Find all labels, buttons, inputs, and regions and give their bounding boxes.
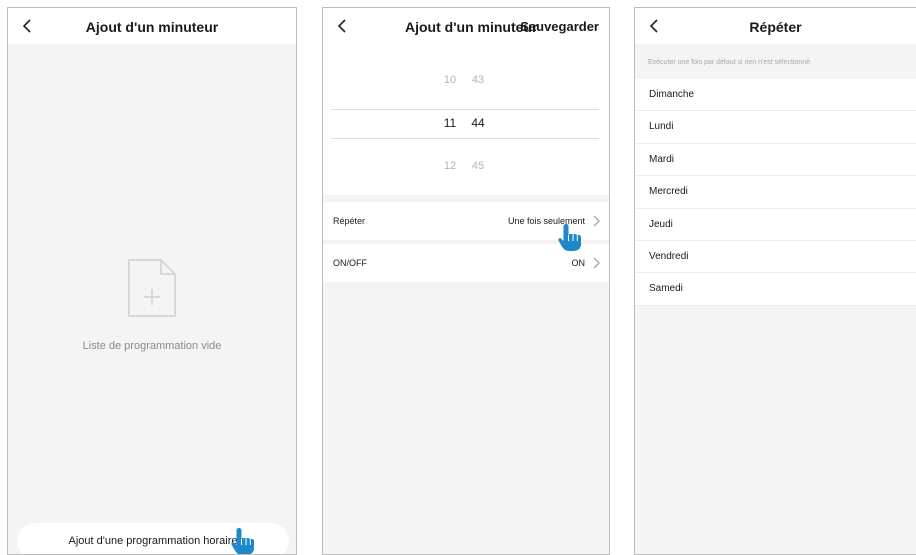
- picker-minute: 45: [471, 160, 485, 172]
- day-item-thursday[interactable]: Jeudi: [635, 209, 916, 241]
- time-picker[interactable]: 10 43 11 44 12 45: [323, 44, 609, 195]
- repeat-hint: Exécuter une fois par défaut si rien n'e…: [648, 59, 811, 66]
- empty-state-text: Liste de programmation vide: [82, 340, 222, 352]
- back-arrow-icon[interactable]: [333, 16, 353, 36]
- picker-divider: [331, 109, 599, 110]
- screen-repeat: Répéter Exécuter une fois par défaut si …: [634, 7, 916, 555]
- picker-divider: [331, 138, 599, 139]
- header: Répéter: [635, 8, 916, 44]
- screen-timer-list: Ajout d'un minuteur Liste de programmati…: [7, 7, 297, 555]
- add-file-icon: [126, 257, 178, 319]
- picker-hour: 10: [443, 74, 457, 86]
- repeat-label: Répéter: [333, 216, 366, 226]
- onoff-value: ON: [571, 258, 586, 268]
- save-button[interactable]: Sauvegarder: [520, 19, 599, 34]
- pointing-hand-icon: [557, 222, 583, 252]
- picker-hour: 11: [443, 116, 457, 130]
- day-item-saturday[interactable]: Samedi: [635, 273, 916, 306]
- picker-row[interactable]: 10 43: [323, 74, 609, 94]
- picker-minute: 43: [471, 74, 485, 86]
- day-item-tuesday[interactable]: Mardi: [635, 144, 916, 177]
- picker-row-selected[interactable]: 11 44: [323, 116, 609, 136]
- onoff-label: ON/OFF: [333, 258, 367, 268]
- page-title: Ajout d'un minuteur: [405, 19, 538, 35]
- picker-hour: 12: [443, 160, 457, 172]
- day-list: Dimanche Lundi Mardi Mercredi Jeudi Vend…: [635, 79, 916, 306]
- chevron-right-icon: [592, 215, 600, 227]
- page-title: Répéter: [749, 19, 802, 35]
- day-item-sunday[interactable]: Dimanche: [635, 79, 916, 112]
- header: Ajout d'un minuteur: [8, 8, 296, 44]
- page-title: Ajout d'un minuteur: [85, 19, 219, 35]
- picker-minute: 44: [471, 116, 485, 130]
- day-item-monday[interactable]: Lundi: [635, 111, 916, 144]
- picker-row[interactable]: 12 45: [323, 160, 609, 180]
- pointing-hand-icon: [230, 526, 256, 554]
- day-item-wednesday[interactable]: Mercredi: [635, 176, 916, 209]
- chevron-right-icon: [592, 257, 600, 269]
- header: Ajout d'un minuteur Sauvegarder: [323, 8, 609, 44]
- screen-add-timer: Ajout d'un minuteur Sauvegarder 10 43 11…: [322, 7, 610, 555]
- day-item-friday[interactable]: Vendredi: [635, 241, 916, 274]
